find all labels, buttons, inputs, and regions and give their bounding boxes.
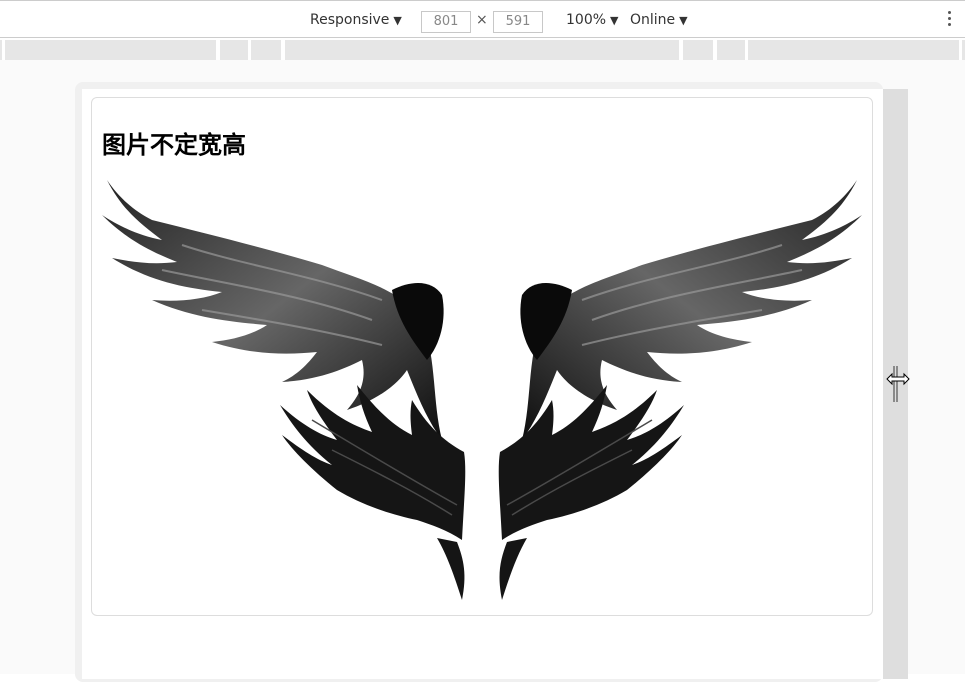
media-query-segment[interactable] (285, 40, 679, 60)
media-query-segment[interactable] (0, 40, 2, 60)
media-query-segment[interactable] (5, 40, 216, 60)
kebab-menu-icon[interactable] (947, 11, 953, 29)
top-right-wing (520, 180, 862, 440)
dropdown-arrow-icon: ▼ (393, 14, 402, 27)
throttling-dropdown[interactable]: Online ▼ (630, 10, 688, 31)
resize-horizontal-icon (886, 372, 910, 386)
device-mode-label: Responsive (310, 12, 390, 28)
dropdown-arrow-icon: ▼ (679, 14, 688, 27)
media-query-bar (0, 40, 965, 60)
device-mode-dropdown[interactable]: Responsive ▼ (310, 10, 402, 31)
media-query-segment[interactable] (683, 40, 713, 60)
zoom-label: 100% (566, 12, 607, 28)
media-query-segment[interactable] (220, 40, 248, 60)
viewport-width-input[interactable]: 801 (421, 11, 471, 33)
media-query-segment[interactable] (251, 40, 281, 60)
dimension-separator: × (476, 12, 488, 28)
media-query-segment[interactable] (748, 40, 959, 60)
dropdown-arrow-icon: ▼ (610, 14, 619, 27)
media-query-segment[interactable] (717, 40, 745, 60)
page-title: 图片不定宽高 (102, 131, 246, 159)
wings-image (92, 170, 872, 614)
zoom-dropdown[interactable]: 100% ▼ (566, 10, 619, 31)
viewport-height-input[interactable]: 591 (493, 11, 543, 33)
top-left-wing (102, 180, 444, 440)
device-toolbar: Responsive ▼ 801 × 591 100% ▼ Online ▼ (0, 0, 965, 38)
throttling-label: Online (630, 12, 676, 28)
